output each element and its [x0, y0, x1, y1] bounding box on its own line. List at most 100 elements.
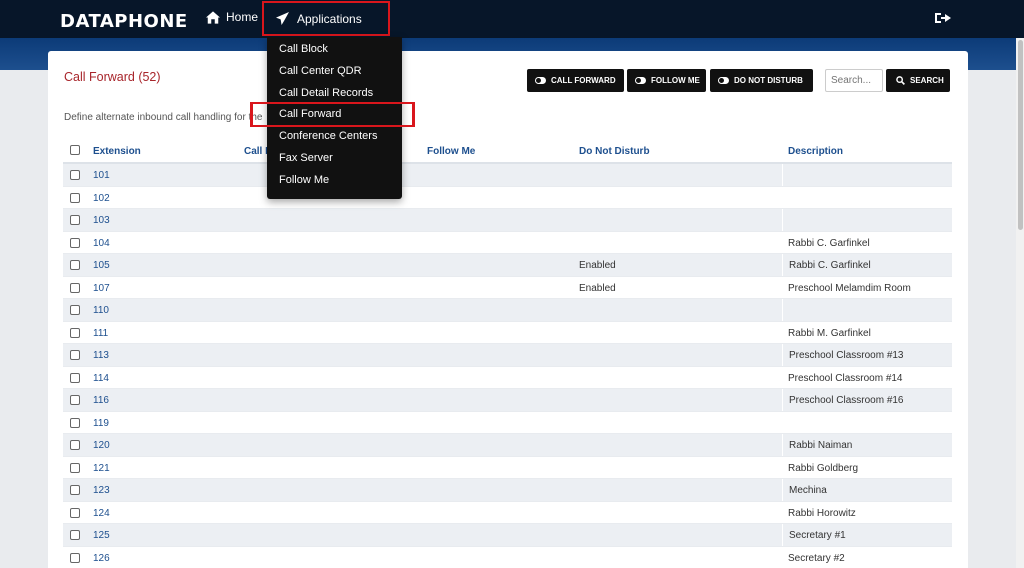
row-checkbox[interactable]	[70, 192, 80, 203]
extension-link[interactable]: 102	[93, 193, 110, 204]
table-row[interactable]: 123 Mechina	[63, 479, 952, 502]
row-checkbox[interactable]	[70, 440, 80, 450]
table-row[interactable]: 107 Enabled Preschool Melamdim Room	[63, 276, 952, 299]
menu-item-call-detail-records[interactable]: Call Detail Records	[279, 87, 373, 99]
menu-item-follow-me[interactable]: Follow Me	[279, 174, 329, 186]
extension-link[interactable]: 119	[93, 418, 109, 429]
description-cell: Rabbi M. Garfinkel	[782, 321, 952, 343]
row-checkbox[interactable]	[70, 170, 80, 180]
paper-plane-icon	[276, 12, 289, 25]
content-panel: Call Forward (52) Define alternate inbou…	[48, 51, 968, 568]
table-row[interactable]: 125 Secretary #1	[63, 524, 952, 547]
call-forward-toggle-button[interactable]: CALL FORWARD	[527, 69, 624, 92]
table-row[interactable]: 124 Rabbi Horowitz	[63, 501, 952, 524]
description-text: Rabbi M. Garfinkel	[788, 327, 871, 339]
scrollbar-thumb[interactable]	[1018, 40, 1023, 230]
page-description: Define alternate inbound call handling f…	[64, 112, 263, 123]
row-checkbox[interactable]	[70, 395, 80, 405]
description-cell: Rabbi Horowitz	[782, 501, 952, 523]
row-checkbox[interactable]	[70, 350, 80, 360]
follow-me-toggle-button[interactable]: FOLLOW ME	[627, 69, 706, 92]
page-title: Call Forward (52)	[64, 70, 161, 84]
description-text: Rabbi C. Garfinkel	[788, 237, 870, 249]
row-checkbox[interactable]	[70, 372, 80, 383]
row-checkbox[interactable]	[70, 305, 80, 315]
extension-link[interactable]: 121	[93, 463, 110, 474]
extension-link[interactable]: 110	[93, 305, 109, 316]
extension-link[interactable]: 113	[93, 350, 109, 361]
description-text: Secretary #2	[788, 552, 845, 564]
extension-link[interactable]: 124	[93, 508, 110, 519]
search-input[interactable]	[825, 69, 883, 92]
column-header-follow-me[interactable]: Follow Me	[427, 146, 475, 157]
description-cell: Rabbi C. Garfinkel	[782, 231, 952, 253]
description-cell	[782, 411, 952, 433]
row-checkbox[interactable]	[70, 260, 80, 270]
row-checkbox[interactable]	[70, 237, 80, 248]
table-row[interactable]: 114 Preschool Classroom #14	[63, 366, 952, 389]
row-checkbox[interactable]	[70, 215, 80, 225]
row-checkbox[interactable]	[70, 485, 80, 495]
search-button-label: SEARCH	[910, 76, 944, 85]
description-cell: Rabbi Goldberg	[782, 456, 952, 478]
extension-link[interactable]: 104	[93, 238, 110, 249]
description-cell	[782, 164, 952, 186]
table-row[interactable]: 113 Preschool Classroom #13	[63, 344, 952, 367]
column-header-extension[interactable]: Extension	[93, 146, 141, 157]
select-all-checkbox[interactable]	[70, 145, 80, 155]
dataphone-logo[interactable]: DATAPHONE	[60, 11, 188, 32]
do-not-disturb-toggle-button[interactable]: DO NOT DISTURB	[710, 69, 813, 92]
row-checkbox[interactable]	[70, 462, 80, 473]
row-checkbox[interactable]	[70, 530, 80, 540]
description-text: Preschool Melamdim Room	[788, 282, 911, 294]
table-row[interactable]: 102	[63, 186, 952, 209]
extension-link[interactable]: 103	[93, 215, 110, 226]
extension-link[interactable]: 105	[93, 260, 110, 271]
table-row[interactable]: 120 Rabbi Naiman	[63, 434, 952, 457]
row-checkbox[interactable]	[70, 282, 80, 293]
menu-item-fax-server[interactable]: Fax Server	[279, 152, 333, 164]
table-body: 101 102 103 104 Rabbi C. Garfinkel 105 Enabled…	[63, 164, 952, 568]
table-row[interactable]: 101	[63, 164, 952, 187]
extension-link[interactable]: 111	[93, 328, 108, 339]
nav-applications-label: Applications	[297, 11, 362, 26]
column-header-do-not-disturb[interactable]: Do Not Disturb	[579, 146, 650, 157]
nav-home-link[interactable]: Home	[206, 10, 258, 24]
table-row[interactable]: 111 Rabbi M. Garfinkel	[63, 321, 952, 344]
table-row[interactable]: 121 Rabbi Goldberg	[63, 456, 952, 479]
menu-item-call-block[interactable]: Call Block	[279, 43, 328, 55]
menu-item-call-center-qdr[interactable]: Call Center QDR	[279, 65, 362, 77]
table-row[interactable]: 105 Enabled Rabbi C. Garfinkel	[63, 254, 952, 277]
table-row[interactable]: 103	[63, 209, 952, 232]
extension-link[interactable]: 101	[93, 170, 110, 181]
description-cell	[782, 299, 952, 321]
table-row[interactable]: 116 Preschool Classroom #16	[63, 389, 952, 412]
do-not-disturb-button-label: DO NOT DISTURB	[734, 76, 803, 85]
menu-item-conference-centers[interactable]: Conference Centers	[279, 130, 377, 142]
table-row[interactable]: 110	[63, 299, 952, 322]
row-checkbox[interactable]	[70, 552, 80, 563]
logout-icon[interactable]	[935, 11, 951, 25]
table-row[interactable]: 119	[63, 411, 952, 434]
row-checkbox[interactable]	[70, 417, 80, 428]
nav-applications-menu[interactable]: Applications	[262, 1, 390, 36]
extension-link[interactable]: 123	[93, 485, 110, 496]
description-text: Rabbi Horowitz	[788, 507, 856, 519]
do-not-disturb-status: Enabled	[579, 260, 616, 271]
description-cell: Preschool Classroom #13	[782, 344, 952, 366]
toggle-icon	[535, 77, 546, 84]
row-checkbox[interactable]	[70, 327, 80, 338]
extension-link[interactable]: 126	[93, 553, 110, 564]
description-text: Rabbi C. Garfinkel	[789, 260, 871, 271]
column-header-description[interactable]: Description	[788, 146, 843, 157]
extension-link[interactable]: 125	[93, 530, 110, 541]
search-button[interactable]: SEARCH	[886, 69, 950, 92]
extension-link[interactable]: 120	[93, 440, 110, 451]
extension-link[interactable]: 114	[93, 373, 109, 384]
extension-link[interactable]: 116	[93, 395, 109, 406]
row-checkbox[interactable]	[70, 507, 80, 518]
table-row[interactable]: 104 Rabbi C. Garfinkel	[63, 231, 952, 254]
table-row[interactable]: 126 Secretary #2	[63, 546, 952, 568]
description-text: Rabbi Naiman	[789, 440, 853, 451]
extension-link[interactable]: 107	[93, 283, 110, 294]
